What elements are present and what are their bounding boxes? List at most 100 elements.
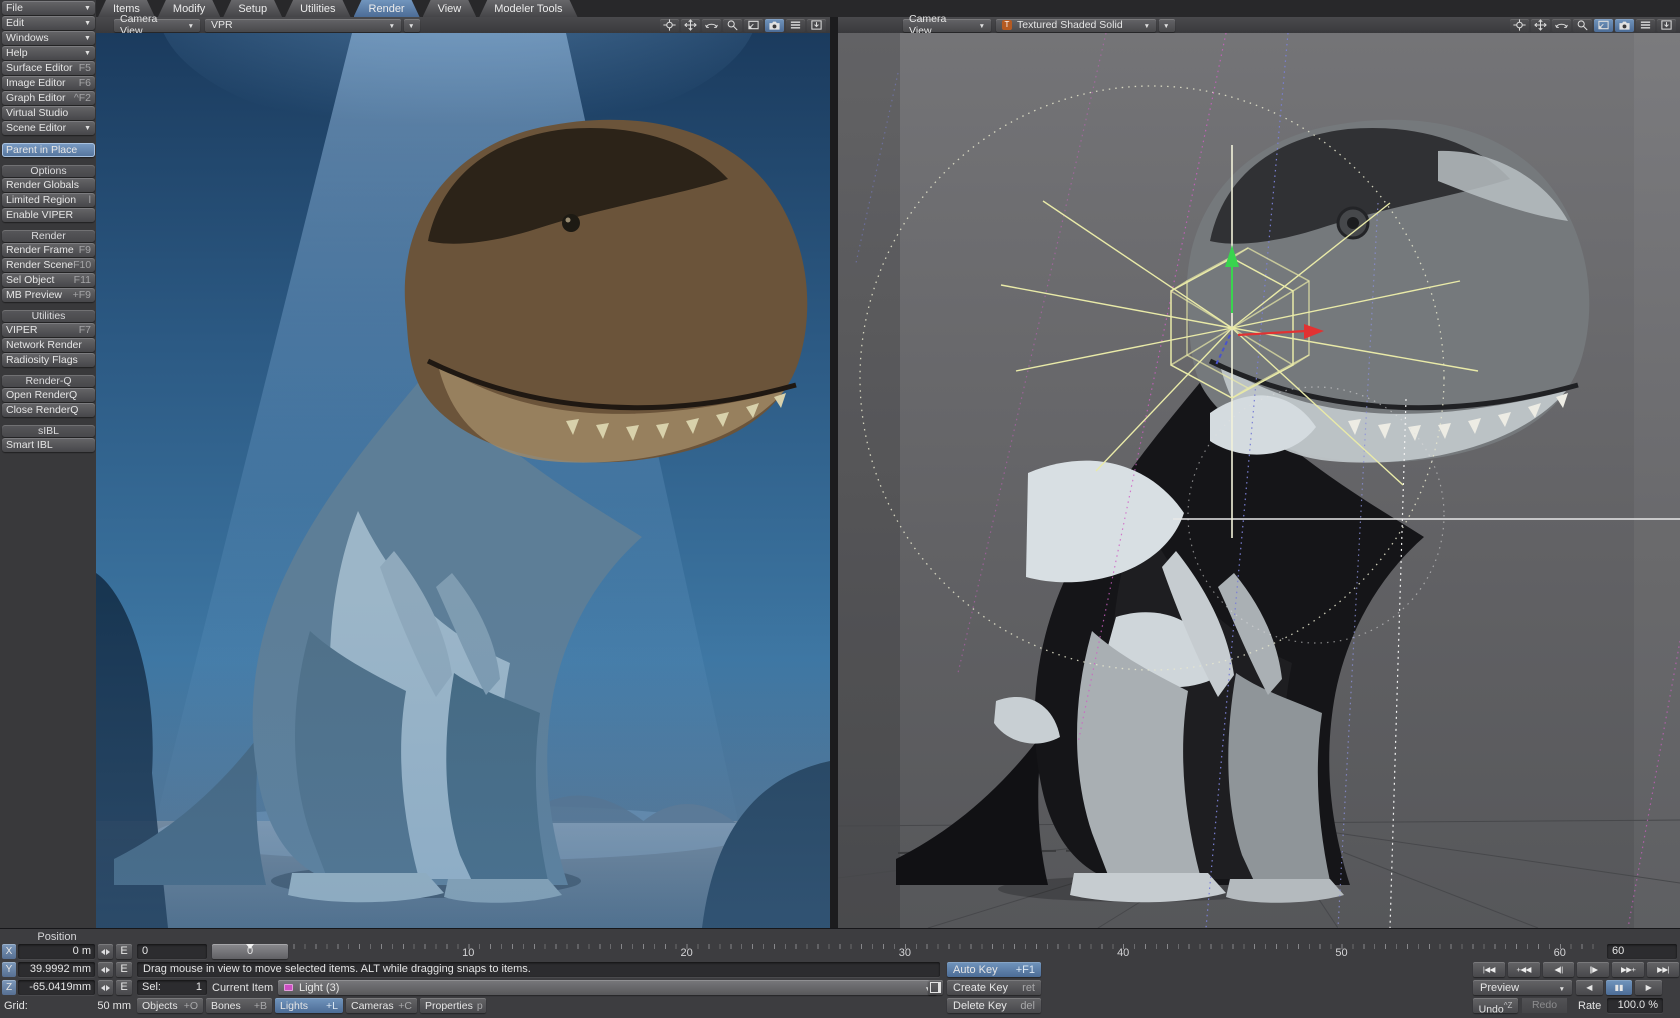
play-button[interactable]: ◀ [1576,980,1603,995]
right-viewport-header: Camera View T Textured Shaded Solid [838,17,1680,34]
redo-button[interactable]: Redo [1522,998,1567,1013]
right-render-mode-dropdown[interactable]: T Textured Shaded Solid [996,19,1156,32]
delete-key-button[interactable]: Delete Key del [947,998,1041,1013]
chevron-down-icon [1559,982,1565,994]
preview-dropdown[interactable]: Preview [1473,980,1572,995]
item-type-buttons: Objects +O Bones +B Lights +L Camer [0,998,1680,1014]
menu-tab[interactable]: Modeler Tools [479,0,577,17]
item-type-button[interactable]: Lights +L [275,998,343,1013]
sidebar-item[interactable]: Render Globals ▼ [2,178,95,192]
transport-button[interactable]: |◀◀ [1473,962,1505,977]
orbit-view-icon[interactable] [1552,19,1571,32]
sidebar-item[interactable]: VIPER F7 ▼ [2,323,95,337]
auto-key-button[interactable]: Auto Key +F1 [947,962,1041,977]
sidebar-item[interactable]: Edit ▼ [2,16,95,30]
move-view-icon[interactable] [681,19,700,32]
y-stepper[interactable] [98,962,113,977]
camera-view-icon[interactable] [1615,19,1634,32]
y-axis-button[interactable]: Y [2,962,16,977]
item-list-panel-button[interactable] [928,980,943,995]
transport-controls: |◀◀+◀◀◀||||▶▶▶+▶▶| [1473,962,1679,977]
play-button[interactable]: ▮▮ [1606,980,1633,995]
transport-button[interactable]: ▶▶| [1647,962,1679,977]
sidebar-item[interactable]: Close RenderQ ▼ [2,403,95,417]
end-frame-field[interactable]: 60 [1607,944,1677,959]
item-type-button[interactable]: Properties p [420,998,486,1013]
y-envelope-button[interactable]: E [116,962,132,977]
y-value-field[interactable]: 39.9992 mm [18,962,95,977]
snapshot-icon[interactable] [807,19,826,32]
item-type-button[interactable]: Cameras +C [346,998,417,1013]
play-button[interactable]: ▶ [1635,980,1662,995]
sidebar-item[interactable]: Sel Object F11 ▼ [2,273,95,287]
maximize-view-icon[interactable] [744,19,763,32]
menu-tab[interactable]: Render [354,0,420,17]
vpr-render-viewport[interactable] [96,33,830,928]
create-key-button[interactable]: Create Key ret [947,980,1041,995]
sidebar-item[interactable]: Virtual Studio ▼ [2,106,95,120]
orbit-view-icon[interactable] [702,19,721,32]
z-envelope-button[interactable]: E [116,980,132,995]
chevron-down-icon: ▼ [84,20,91,27]
pan-view-icon[interactable] [660,19,679,32]
sidebar-item[interactable]: Render Scene F10 ▼ [2,258,95,272]
rate-field[interactable]: 100.0 % [1607,998,1663,1013]
sidebar-item[interactable]: Smart IBL ▼ [2,438,95,452]
zoom-view-icon[interactable] [723,19,742,32]
undo-button[interactable]: Undo^Z [1473,998,1518,1013]
move-view-icon[interactable] [1531,19,1550,32]
left-viewport-header: Camera View VPR [96,17,830,34]
sidebar-item[interactable]: Parent in Place ▼ [2,143,95,157]
shaded-viewport[interactable] [838,33,1680,928]
sidebar-item[interactable]: Render Frame F9 ▼ [2,243,95,257]
z-value-field[interactable]: -65.0419mm [18,980,95,995]
menu-tab[interactable]: Setup [223,0,282,17]
sidebar-item[interactable]: Enable VIPER ▼ [2,208,95,222]
chevron-down-icon: ▼ [84,125,91,132]
left-view-mode-dropdown[interactable]: Camera View [114,19,200,32]
item-type-button[interactable]: Bones +B [206,998,272,1013]
sidebar-item[interactable]: Scene Editor ▼ [2,121,95,135]
camera-view-icon[interactable] [765,19,784,32]
sidebar-item[interactable]: MB Preview +F9 ▼ [2,288,95,302]
right-view-mode-dropdown[interactable]: Camera View [903,19,991,32]
menu-icon[interactable] [786,19,805,32]
menu-icon[interactable] [1636,19,1655,32]
transport-button[interactable]: +◀◀ [1508,962,1540,977]
right-render-options-dropdown[interactable] [1159,19,1175,32]
chevron-down-icon [1136,19,1150,31]
sidebar-item[interactable]: Open RenderQ ▼ [2,388,95,402]
transport-button[interactable]: ||▶ [1577,962,1609,977]
snapshot-icon[interactable] [1657,19,1676,32]
bottom-panel: Position X 0 m E 0 102030405060 0 60 Y 3… [0,928,1680,1018]
pan-view-icon[interactable] [1510,19,1529,32]
sidebar-item[interactable]: Image Editor F6 ▼ [2,76,95,90]
current-item-dropdown[interactable]: Light (3) [278,980,937,995]
sidebar-item[interactable]: Surface Editor F5 ▼ [2,61,95,75]
left-render-options-dropdown[interactable] [404,19,420,32]
transport-button[interactable]: ◀|| [1543,962,1575,977]
sidebar-item[interactable]: Windows ▼ [2,31,95,45]
maximize-view-icon[interactable] [1594,19,1613,32]
left-render-mode-dropdown[interactable]: VPR [205,19,401,32]
sidebar-item[interactable]: Graph Editor ^F2 ▼ [2,91,95,105]
sidebar-item[interactable]: File ▼ [2,1,95,15]
selection-count-field: Sel: 1 [137,980,207,995]
chevron-down-icon [1163,19,1169,31]
sidebar-item[interactable]: Network Render ▼ [2,338,95,352]
sidebar-item[interactable]: Limited Region l ▼ [2,193,95,207]
menu-tab[interactable]: Utilities [285,0,350,17]
z-axis-button[interactable]: Z [2,980,16,995]
status-message: Drag mouse in view to move selected item… [137,962,940,977]
transport-button[interactable]: ▶▶+ [1612,962,1644,977]
vpr-scene [96,33,830,928]
z-stepper[interactable] [98,980,113,995]
sidebar-item[interactable]: Radiosity Flags ▼ [2,353,95,367]
timeline-slider-knob[interactable]: 0 [212,944,288,959]
sidebar-item: ▼ [0,418,96,425]
sidebar-item[interactable]: Help ▼ [2,46,95,60]
item-type-button[interactable]: Objects +O [137,998,203,1013]
menu-tab[interactable]: View [423,0,477,17]
shaded-scene [838,33,1680,928]
zoom-view-icon[interactable] [1573,19,1592,32]
